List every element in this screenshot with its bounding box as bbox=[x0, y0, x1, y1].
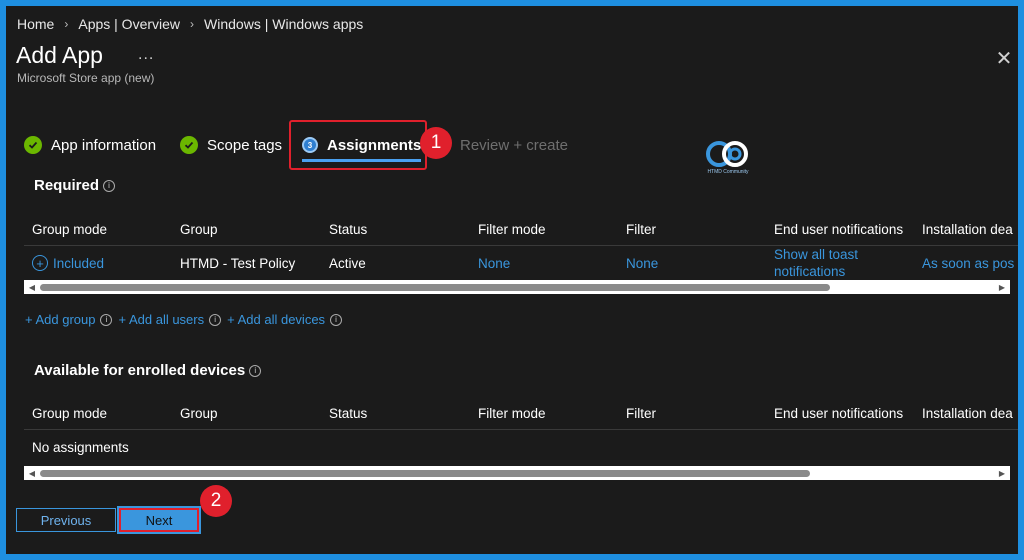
add-app-blade: Home › Apps | Overview › Windows | Windo… bbox=[6, 6, 1018, 554]
checkmark-icon bbox=[180, 136, 198, 154]
logo-text: HTMD Community bbox=[707, 169, 749, 175]
add-all-devices-link[interactable]: + Add all devices bbox=[227, 312, 325, 327]
breadcrumb: Home › Apps | Overview › Windows | Windo… bbox=[17, 14, 363, 34]
notifications-link[interactable]: Show all toast notifications bbox=[774, 246, 858, 280]
column-header-group[interactable]: Group bbox=[180, 212, 218, 246]
add-group-link[interactable]: + Add group bbox=[25, 312, 95, 327]
add-links: + Add group i + Add all users i + Add al… bbox=[25, 312, 348, 327]
horizontal-scrollbar[interactable]: ◀ ▶ bbox=[24, 466, 1010, 480]
column-header-end-user-notifications[interactable]: End user notifications bbox=[774, 396, 903, 430]
table-header: Group mode Group Status Filter mode Filt… bbox=[24, 212, 1018, 246]
table-row: + Included HTMD - Test Policy Active Non… bbox=[24, 246, 1018, 280]
breadcrumb-apps-overview[interactable]: Apps | Overview bbox=[78, 16, 180, 32]
column-header-end-user-notifications[interactable]: End user notifications bbox=[774, 212, 903, 246]
group-mode-included-link[interactable]: + Included bbox=[32, 246, 104, 280]
checkmark-icon bbox=[24, 136, 42, 154]
empty-message: No assignments bbox=[32, 439, 129, 455]
scrollbar-thumb[interactable] bbox=[40, 470, 810, 477]
scroll-right-icon[interactable]: ▶ bbox=[995, 280, 1009, 294]
column-header-group-mode[interactable]: Group mode bbox=[32, 396, 107, 430]
horizontal-scrollbar[interactable]: ◀ ▶ bbox=[24, 280, 1010, 294]
page-subtitle: Microsoft Store app (new) bbox=[17, 71, 155, 85]
column-header-filter-mode[interactable]: Filter mode bbox=[478, 396, 546, 430]
available-section-title: Available for enrolled devices i bbox=[34, 362, 262, 379]
info-icon[interactable]: i bbox=[103, 179, 116, 192]
column-header-status[interactable]: Status bbox=[329, 212, 367, 246]
group-mode-value: Included bbox=[53, 255, 105, 271]
scrollbar-thumb[interactable] bbox=[40, 284, 830, 291]
wizard-step-scope-tags[interactable]: Scope tags bbox=[180, 126, 282, 164]
scroll-right-icon[interactable]: ▶ bbox=[995, 466, 1009, 480]
table-row: No assignments bbox=[24, 430, 1018, 464]
filter-mode-link[interactable]: None bbox=[478, 246, 510, 280]
info-icon[interactable]: i bbox=[330, 313, 343, 326]
available-assignments-table: Group mode Group Status Filter mode Filt… bbox=[24, 396, 1018, 464]
page-title: Add App bbox=[16, 42, 103, 68]
column-header-group[interactable]: Group bbox=[180, 396, 218, 430]
previous-button[interactable]: Previous bbox=[16, 508, 116, 532]
wizard-step-app-information[interactable]: App information bbox=[24, 126, 156, 164]
required-assignments-table: Group mode Group Status Filter mode Filt… bbox=[24, 212, 1018, 280]
column-header-group-mode[interactable]: Group mode bbox=[32, 212, 107, 246]
breadcrumb-home[interactable]: Home bbox=[17, 16, 54, 32]
installation-deadline-link[interactable]: As soon as pos bbox=[922, 246, 1014, 280]
wizard-step-label: Scope tags bbox=[207, 136, 283, 154]
info-icon[interactable]: i bbox=[100, 313, 113, 326]
available-title-text: Available for enrolled devices bbox=[34, 362, 246, 379]
wizard-step-label: Review + create bbox=[460, 136, 568, 154]
info-icon[interactable]: i bbox=[209, 313, 222, 326]
column-header-status[interactable]: Status bbox=[329, 396, 367, 430]
breadcrumb-windows-apps[interactable]: Windows | Windows apps bbox=[204, 16, 363, 32]
filter-link[interactable]: None bbox=[626, 246, 658, 280]
wizard-step-review-create: Review + create bbox=[460, 126, 568, 164]
htmd-logo: HTMD Community bbox=[703, 138, 753, 178]
column-header-filter-mode[interactable]: Filter mode bbox=[478, 212, 546, 246]
scroll-left-icon[interactable]: ◀ bbox=[25, 280, 39, 294]
column-header-filter[interactable]: Filter bbox=[626, 396, 656, 430]
annotation-callout-1: 1 bbox=[420, 127, 452, 159]
column-header-installation-deadline[interactable]: Installation dea bbox=[922, 396, 1013, 430]
chevron-right-icon: › bbox=[64, 17, 69, 31]
annotation-highlight-box bbox=[289, 120, 427, 170]
plus-circle-icon: + bbox=[32, 255, 48, 271]
required-title-text: Required bbox=[34, 177, 100, 194]
notifications-line-1: Show all toast bbox=[774, 247, 859, 262]
add-all-users-link[interactable]: + Add all users bbox=[118, 312, 204, 327]
info-icon[interactable]: i bbox=[249, 364, 262, 377]
close-icon[interactable]: ✕ bbox=[994, 46, 1014, 71]
table-header: Group mode Group Status Filter mode Filt… bbox=[24, 396, 1018, 430]
scroll-left-icon[interactable]: ◀ bbox=[25, 466, 39, 480]
required-section-title: Required i bbox=[34, 177, 116, 194]
status-value: Active bbox=[329, 255, 366, 271]
group-value: HTMD - Test Policy bbox=[180, 255, 296, 271]
more-options-icon[interactable]: ... bbox=[138, 46, 154, 64]
notifications-line-2: notifications bbox=[774, 264, 846, 279]
next-button[interactable]: Next bbox=[117, 506, 201, 534]
column-header-installation-deadline[interactable]: Installation dea bbox=[922, 212, 1013, 246]
column-header-filter[interactable]: Filter bbox=[626, 212, 656, 246]
wizard-step-label: App information bbox=[51, 136, 157, 154]
chevron-right-icon: › bbox=[190, 17, 195, 31]
annotation-callout-2: 2 bbox=[200, 485, 232, 517]
